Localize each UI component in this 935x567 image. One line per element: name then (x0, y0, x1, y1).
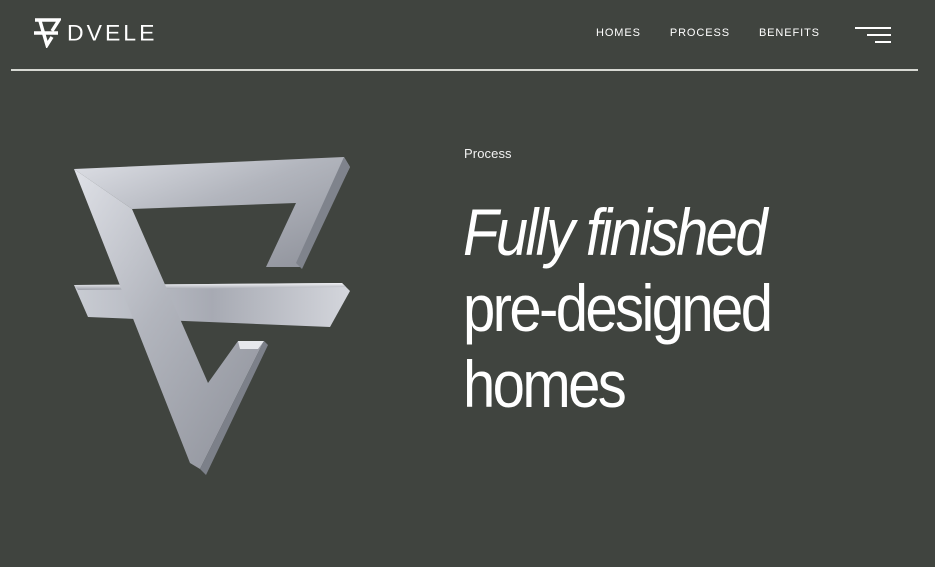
header-divider (11, 69, 918, 71)
nav-item-benefits[interactable]: BENEFITS (759, 27, 820, 40)
headline-line-2: pre-designed (463, 271, 773, 345)
section-eyebrow: Process (464, 146, 512, 161)
headline-line-1: Fully finished (463, 195, 768, 269)
site-header: DVELE HOMES PROCESS BENEFITS (0, 0, 935, 70)
hero-headline: Fully finished pre-designed homes (463, 194, 850, 422)
main-nav: HOMES PROCESS BENEFITS (596, 27, 820, 40)
menu-button[interactable] (853, 25, 891, 45)
nav-item-process[interactable]: PROCESS (670, 27, 730, 40)
dvele-logo-icon (33, 18, 61, 48)
headline-line-3: homes (463, 347, 627, 421)
menu-line-bottom (875, 41, 891, 43)
menu-line-middle (867, 34, 891, 36)
dvele-3d-mark-image (60, 145, 360, 480)
brand-name: DVELE (67, 20, 158, 45)
brand-logo-link[interactable]: DVELE (33, 18, 157, 48)
menu-line-top (855, 27, 891, 29)
nav-item-homes[interactable]: HOMES (596, 27, 641, 40)
